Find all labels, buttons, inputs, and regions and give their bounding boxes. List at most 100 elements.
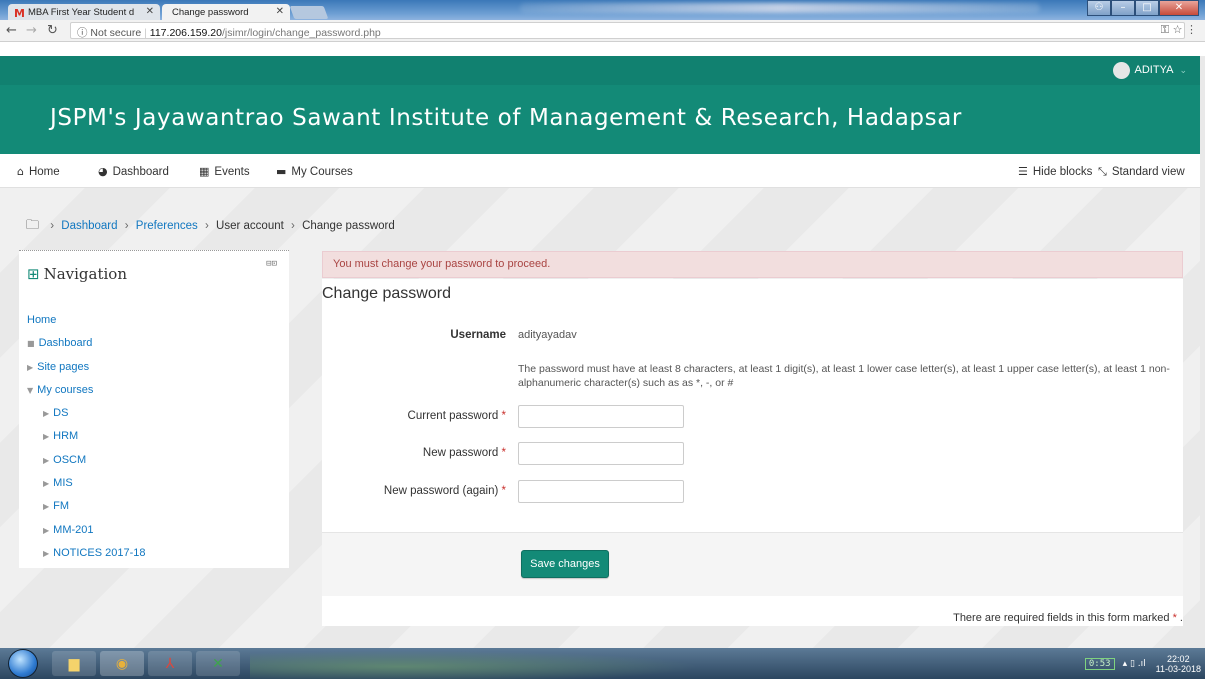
caret-down-icon: ▼ bbox=[27, 385, 34, 395]
nav-dashboard[interactable]: ◕ Dashboard bbox=[98, 165, 169, 178]
start-button[interactable] bbox=[8, 649, 38, 678]
url-host: 117.206.159.20 bbox=[149, 27, 222, 39]
page-scrollbar[interactable] bbox=[1200, 56, 1205, 648]
new-password-field[interactable] bbox=[518, 442, 684, 465]
nav-tree-course[interactable]: ▶ MIS bbox=[27, 472, 145, 495]
block-controls[interactable]: ⊟⊡ bbox=[266, 259, 277, 269]
nav-tree-home[interactable]: Home bbox=[27, 309, 145, 332]
nav-tree-course[interactable]: ▶ HRM bbox=[27, 425, 145, 448]
required-icon: * bbox=[501, 410, 506, 422]
breadcrumb-preferences[interactable]: Preferences bbox=[136, 220, 198, 232]
address-bar: ← → ↻ ⓘ Not secure | 117.206.159.20/jsim… bbox=[0, 20, 1205, 42]
minimize-button[interactable]: – bbox=[1111, 0, 1135, 16]
caret-right-icon: ▶ bbox=[43, 432, 50, 442]
browser-tab-bar: M MBA First Year Student d ✕ Change pass… bbox=[0, 0, 1205, 20]
user-menu[interactable]: ADITYA ⌄ bbox=[1112, 60, 1187, 80]
not-secure-label: ⓘ Not secure bbox=[77, 27, 142, 39]
site-title[interactable]: JSPM's Jayawantrao Sawant Institute of M… bbox=[50, 105, 962, 131]
site-topbar bbox=[0, 56, 1205, 85]
home-icon: ⌂ bbox=[17, 165, 24, 178]
nav-tree-course[interactable]: ▶ FM bbox=[27, 495, 145, 518]
nav-tree-dashboard[interactable]: ■ Dashboard bbox=[27, 332, 145, 355]
nav-tree-course[interactable]: ▶ MM-201 bbox=[27, 519, 145, 542]
new-tab-button[interactable] bbox=[289, 6, 329, 19]
caret-right-icon: ▶ bbox=[43, 455, 50, 465]
battery-indicator[interactable]: 0:53 bbox=[1084, 658, 1115, 670]
nav-tree-course[interactable]: ▶ OSCM bbox=[27, 449, 145, 472]
breadcrumb-user-account: User account bbox=[216, 220, 284, 232]
course-label: HRM bbox=[53, 430, 79, 443]
tab-title: Change password bbox=[172, 7, 249, 18]
required-icon: * bbox=[501, 447, 506, 459]
maximize-button[interactable]: □ bbox=[1135, 0, 1159, 16]
caret-right-icon: ▶ bbox=[43, 409, 50, 419]
nav-tree-course[interactable]: ▶ NOTICES 2017-18 bbox=[27, 542, 145, 565]
hide-blocks-label: Hide blocks bbox=[1032, 166, 1093, 178]
browser-tab-gmail[interactable]: M MBA First Year Student d ✕ bbox=[8, 4, 160, 20]
chrome-icon[interactable]: ◉ bbox=[100, 651, 144, 676]
nav-my-courses[interactable]: ▬ My Courses bbox=[276, 165, 353, 178]
navigation-block: ⊞ Navigation ⊟⊡ Home ■ Dashboard ▶ Site pag… bbox=[19, 250, 289, 568]
blurred-window-title bbox=[520, 3, 1040, 13]
nav-home[interactable]: ⌂ Home bbox=[17, 165, 60, 178]
caret-right-icon: ▶ bbox=[43, 525, 50, 535]
file-explorer-icon[interactable]: ▆ bbox=[52, 651, 96, 676]
nav-events[interactable]: ▦ Events bbox=[199, 165, 250, 178]
caret-right-icon: ▶ bbox=[43, 479, 50, 489]
standard-view-label: Standard view bbox=[1111, 166, 1185, 178]
browser-tab-change-password[interactable]: Change password ✕ bbox=[162, 4, 290, 20]
close-window-button[interactable]: ✕ bbox=[1159, 0, 1199, 16]
password-policy-text: The password must have at least 8 charac… bbox=[518, 363, 1170, 389]
nav-tree-my-courses[interactable]: ▼ My courses bbox=[27, 379, 145, 402]
dashboard-icon: ◕ bbox=[98, 165, 108, 178]
caret-right-icon: ▶ bbox=[43, 502, 50, 512]
close-tab-icon[interactable]: ✕ bbox=[146, 6, 154, 17]
avatar bbox=[1112, 61, 1130, 79]
caret-right-icon: ▶ bbox=[43, 548, 50, 558]
nav-dashboard-label: Dashboard bbox=[112, 166, 169, 178]
forward-icon[interactable]: → bbox=[26, 23, 37, 38]
required-fields-note: There are required fields in this form m… bbox=[953, 612, 1183, 624]
navigation-title-label: Navigation bbox=[43, 265, 127, 283]
nav-tree-my-courses-label: My courses bbox=[37, 383, 94, 396]
breadcrumb-dashboard[interactable]: Dashboard bbox=[61, 220, 117, 232]
back-icon[interactable]: ← bbox=[6, 23, 17, 38]
tab-title: MBA First Year Student d bbox=[28, 7, 135, 18]
breadcrumb: 🗀 › Dashboard › Preferences › User accou… bbox=[26, 218, 395, 233]
standard-view-button[interactable]: ⤡ Standard view bbox=[1098, 165, 1185, 179]
close-tab-icon[interactable]: ✕ bbox=[276, 6, 284, 17]
password-change-alert: You must change your password to proceed… bbox=[322, 251, 1183, 278]
clock-time: 22:02 bbox=[1167, 654, 1190, 664]
new-password-again-field[interactable] bbox=[518, 480, 684, 503]
nav-tree-course[interactable]: ▶ DS bbox=[27, 402, 145, 425]
caret-right-icon: ▶ bbox=[27, 362, 34, 372]
tray-icons[interactable]: ▴ ▯ .ıl bbox=[1123, 659, 1146, 669]
clock-date: 11-03-2018 bbox=[1155, 664, 1201, 674]
reload-icon[interactable]: ↻ bbox=[47, 23, 58, 38]
current-password-field[interactable] bbox=[518, 405, 684, 428]
key-star-menu-icons[interactable]: ⚿ ☆ ⋮ bbox=[1161, 23, 1197, 37]
course-label: MM-201 bbox=[53, 523, 94, 536]
clock[interactable]: 22:02 11-03-2018 bbox=[1156, 654, 1201, 674]
new-password-again-label-text: New password (again) bbox=[383, 485, 499, 497]
url-field[interactable]: ⓘ Not secure | 117.206.159.20/jsimr/logi… bbox=[70, 22, 1185, 39]
user-icon[interactable]: ⚇ bbox=[1087, 0, 1111, 16]
nav-tree-site-pages[interactable]: ▶ Site pages bbox=[27, 356, 145, 379]
acrobat-icon[interactable]: ⅄ bbox=[148, 651, 192, 676]
briefcase-icon: ▬ bbox=[276, 165, 287, 178]
breadcrumb-change-password: Change password bbox=[302, 220, 395, 232]
username-label: Username bbox=[450, 329, 506, 341]
hide-blocks-button[interactable]: ☰ Hide blocks bbox=[1018, 165, 1092, 178]
nav-home-label: Home bbox=[28, 166, 60, 178]
save-changes-button[interactable]: Save changes bbox=[521, 550, 609, 578]
excel-icon[interactable]: ✕ bbox=[196, 651, 240, 676]
nav-tree-site-pages-label: Site pages bbox=[37, 360, 90, 373]
nav-my-courses-label: My Courses bbox=[291, 166, 353, 178]
course-label: NOTICES 2017-18 bbox=[53, 546, 146, 559]
taskbar-background-art bbox=[250, 648, 750, 679]
new-password-label-text: New password bbox=[422, 447, 499, 459]
page-title: Change password bbox=[322, 285, 451, 302]
system-tray: 0:53 ▴ ▯ .ıl 22:02 11-03-2018 bbox=[1084, 653, 1201, 675]
nav-tree-dashboard-label: Dashboard bbox=[38, 337, 93, 350]
form-actions: Save changes bbox=[322, 532, 1183, 596]
